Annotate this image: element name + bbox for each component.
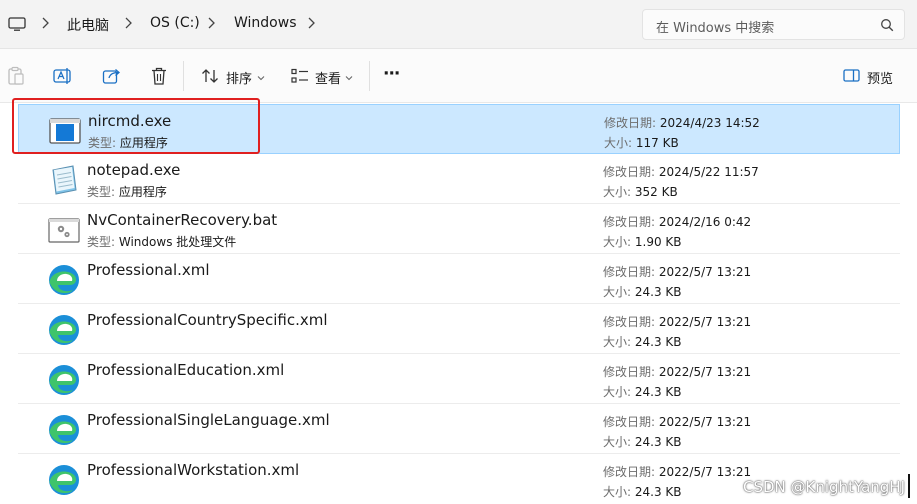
file-explorer-window: 此电脑 OS (C:) Windows 在 Windows 中搜索 排序 查看 … <box>0 0 917 504</box>
notepad-icon <box>52 165 77 195</box>
file-name: nircmd.exe <box>88 112 172 130</box>
file-size: 大小: 24.3 KB <box>603 385 682 399</box>
file-modified: 修改日期: 2022/5/7 13:21 <box>603 365 752 379</box>
file-row-professional-country-specific-xml[interactable]: ProfessionalCountrySpecific.xml 修改日期: 20… <box>18 304 900 354</box>
address-bar: 此电脑 OS (C:) Windows 在 Windows 中搜索 <box>0 0 917 49</box>
file-size: 大小: 24.3 KB <box>603 285 682 299</box>
file-name: notepad.exe <box>87 161 181 179</box>
file-row-professional-xml[interactable]: Professional.xml 修改日期: 2022/5/7 13:21 大小… <box>18 254 900 304</box>
sort-label: 排序 <box>226 72 253 87</box>
search-icon <box>881 19 894 32</box>
sort-icon <box>202 69 218 83</box>
paste-icon <box>8 66 24 85</box>
edge-icon <box>49 315 79 345</box>
file-size: 大小: 24.3 KB <box>603 435 682 449</box>
file-size: 大小: 24.3 KB <box>603 335 682 349</box>
file-modified: 修改日期: 2024/4/23 14:52 <box>604 116 760 130</box>
view-button[interactable]: 查看 <box>291 49 355 103</box>
file-size: 大小: 1.90 KB <box>603 235 682 249</box>
chevron-right-icon[interactable] <box>40 16 50 30</box>
chevron-right-icon[interactable] <box>123 16 133 30</box>
chevron-right-icon[interactable] <box>206 16 216 30</box>
preview-pane-button[interactable]: 预览 <box>843 49 899 103</box>
file-size: 大小: 24.3 KB <box>603 485 682 499</box>
file-type: 类型: Windows 批处理文件 <box>87 235 237 249</box>
search-placeholder: 在 Windows 中搜索 <box>656 21 775 36</box>
file-row-professional-single-language-xml[interactable]: ProfessionalSingleLanguage.xml 修改日期: 202… <box>18 404 900 454</box>
file-modified: 修改日期: 2022/5/7 13:21 <box>603 315 752 329</box>
rename-button[interactable] <box>53 49 75 103</box>
file-modified: 修改日期: 2024/5/22 11:57 <box>603 165 759 179</box>
paste-button[interactable] <box>7 49 27 103</box>
watermark: CSDN @KnightYangHJ <box>743 478 905 496</box>
file-modified: 修改日期: 2022/5/7 13:21 <box>603 415 752 429</box>
nircmd-app-icon <box>49 118 81 144</box>
more-options-icon: ··· <box>383 64 400 84</box>
file-modified: 修改日期: 2022/5/7 13:21 <box>603 465 752 479</box>
file-modified: 修改日期: 2024/2/16 0:42 <box>603 215 752 229</box>
file-row-nvcontainer-bat[interactable]: NvContainerRecovery.bat 类型: Windows 批处理文… <box>18 204 900 254</box>
view-list-icon <box>291 68 308 83</box>
sort-button[interactable]: 排序 <box>201 49 267 103</box>
file-name: ProfessionalEducation.xml <box>87 361 285 379</box>
toolbar-divider <box>183 61 184 91</box>
edge-icon <box>49 365 79 395</box>
breadcrumb-os-c[interactable]: OS (C:) <box>150 15 200 31</box>
file-row-nircmd[interactable]: nircmd.exe 类型: 应用程序 修改日期: 2024/4/23 14:5… <box>18 104 900 154</box>
file-type: 类型: 应用程序 <box>87 185 167 199</box>
this-pc-icon[interactable] <box>8 17 26 31</box>
file-name: ProfessionalWorkstation.xml <box>87 461 300 479</box>
file-name: ProfessionalCountrySpecific.xml <box>87 311 328 329</box>
chevron-right-icon[interactable] <box>306 16 316 30</box>
file-name: NvContainerRecovery.bat <box>87 211 278 229</box>
breadcrumb-this-pc[interactable]: 此电脑 <box>67 15 109 35</box>
file-type: 类型: 应用程序 <box>88 136 168 150</box>
share-button[interactable] <box>102 49 124 103</box>
batch-file-icon <box>48 218 80 243</box>
chevron-down-icon <box>345 76 353 81</box>
trash-icon <box>152 67 166 85</box>
preview-label: 预览 <box>867 72 894 87</box>
chevron-down-icon <box>257 76 265 81</box>
search-box[interactable]: 在 Windows 中搜索 <box>642 9 905 40</box>
edge-icon <box>49 265 79 295</box>
preview-pane-icon <box>843 69 860 82</box>
file-row-professional-education-xml[interactable]: ProfessionalEducation.xml 修改日期: 2022/5/7… <box>18 354 900 404</box>
text-cursor <box>908 474 910 498</box>
share-icon <box>102 69 120 84</box>
more-options-button[interactable]: ··· <box>383 49 405 103</box>
file-list: nircmd.exe 类型: 应用程序 修改日期: 2024/4/23 14:5… <box>0 103 917 504</box>
delete-button[interactable] <box>150 49 170 103</box>
command-bar: 排序 查看 ··· 预览 <box>0 49 917 103</box>
edge-icon <box>49 465 79 495</box>
view-label: 查看 <box>315 72 342 87</box>
edge-icon <box>49 415 79 445</box>
toolbar-divider <box>369 61 370 91</box>
file-row-notepad[interactable]: notepad.exe 类型: 应用程序 修改日期: 2024/5/22 11:… <box>18 154 900 204</box>
file-size: 大小: 117 KB <box>604 136 679 150</box>
rename-icon <box>53 68 71 84</box>
file-name: ProfessionalSingleLanguage.xml <box>87 411 330 429</box>
file-size: 大小: 352 KB <box>603 185 678 199</box>
breadcrumb-windows[interactable]: Windows <box>234 15 297 31</box>
file-modified: 修改日期: 2022/5/7 13:21 <box>603 265 752 279</box>
file-name: Professional.xml <box>87 261 210 279</box>
